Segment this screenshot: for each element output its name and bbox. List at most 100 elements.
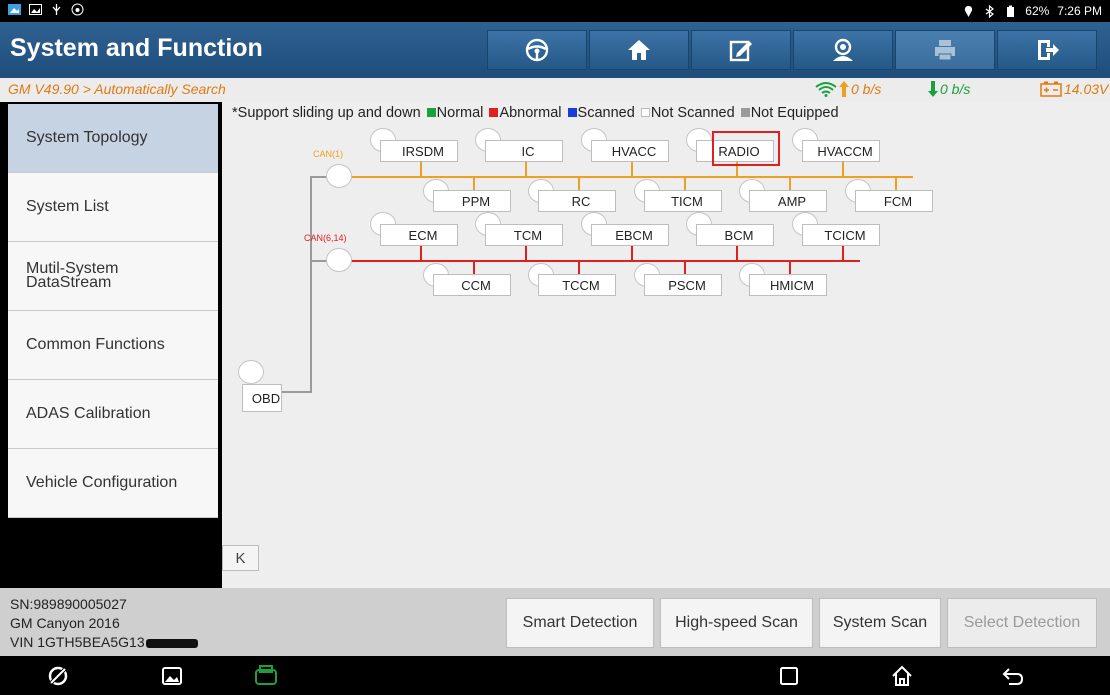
obd-link-h (282, 391, 310, 393)
ecu-node-tcm[interactable]: TCM (485, 224, 563, 246)
obd-link-bus1 (310, 176, 326, 178)
bus-label-0: CAN(1) (313, 149, 344, 159)
legend-not-scanned-swatch (640, 108, 650, 118)
ecu-node-hmicm[interactable]: HMICM (749, 274, 827, 296)
bus0-top-stub-0 (420, 162, 422, 176)
home-button[interactable] (589, 30, 689, 70)
ecu-node-pscm[interactable]: PSCM (644, 274, 722, 296)
bus-line-1 (326, 260, 860, 262)
ecu-node-ebcm[interactable]: EBCM (591, 224, 669, 246)
wifi-icon (815, 82, 837, 97)
ecu-node-irsdm[interactable]: IRSDM (380, 140, 458, 162)
radio-highlight-box (712, 131, 780, 166)
bus-hub-circle-1[interactable] (326, 248, 352, 272)
high-speed-scan-button[interactable]: High-speed Scan (660, 598, 813, 648)
bus0-top-stub-1 (525, 162, 527, 176)
serial-number: SN:989890005027 (10, 596, 127, 612)
bus-label-1: CAN(6,14) (304, 233, 347, 243)
bus1-bot-stub-3 (789, 260, 791, 274)
topology-panel[interactable]: *Support sliding up and down Normal Abno… (222, 102, 1110, 588)
print-button[interactable] (895, 30, 995, 70)
ecu-node-ecm[interactable]: ECM (380, 224, 458, 246)
gallery-icon[interactable] (160, 664, 184, 688)
ecu-node-tcicm[interactable]: TCICM (802, 224, 880, 246)
exit-button[interactable] (997, 30, 1097, 70)
report-button[interactable] (691, 30, 791, 70)
back-icon[interactable] (1001, 664, 1025, 688)
vin: VIN 1GTH5BEA5G13 (10, 633, 198, 652)
bus1-top-stub-1 (525, 246, 527, 260)
bus1-bot-stub-0 (473, 260, 475, 274)
bluetooth-icon (985, 4, 995, 18)
system-nav-bar (0, 656, 1110, 695)
select-detection-button[interactable]: Select Detection (947, 598, 1097, 648)
bottom-bar: SN:989890005027 GM Canyon 2016 VIN 1GTH5… (0, 588, 1110, 656)
ecu-node-hvaccm[interactable]: HVACCM (802, 140, 880, 162)
bus0-top-stub-4 (842, 162, 844, 176)
ecu-node-ppm[interactable]: PPM (433, 190, 511, 212)
user-support-button[interactable] (793, 30, 893, 70)
bus1-top-stub-0 (420, 246, 422, 260)
steering-wheel-button[interactable] (487, 30, 587, 70)
legend-normal-swatch (426, 108, 436, 118)
ecu-node-ticm[interactable]: TICM (644, 190, 722, 212)
ecu-node-tccm[interactable]: TCCM (538, 274, 616, 296)
vci-icon[interactable] (254, 664, 278, 688)
bus1-bot-stub-2 (684, 260, 686, 274)
system-scan-button[interactable]: System Scan (819, 598, 941, 648)
ecu-node-hvacc[interactable]: HVACC (591, 140, 669, 162)
upload-speed: 0 b/s (815, 81, 881, 97)
home-nav-icon[interactable] (890, 664, 914, 688)
obd-port-circle[interactable] (238, 360, 264, 384)
vehicle-info: SN:989890005027 GM Canyon 2016 VIN 1GTH5… (10, 595, 198, 652)
bus-hub-circle-0[interactable] (326, 164, 352, 188)
ecu-node-bcm[interactable]: BCM (696, 224, 774, 246)
sidebar-item-system-list[interactable]: System List (8, 173, 218, 242)
bus0-bot-stub-0 (473, 176, 475, 190)
title-bar: System and Function (0, 22, 1110, 78)
legend-abnormal-swatch (489, 108, 499, 118)
ecu-node-rc[interactable]: RC (538, 190, 616, 212)
bus0-bot-stub-3 (789, 176, 791, 190)
sidebar-item-vehicle-configuration[interactable]: Vehicle Configuration (8, 449, 218, 518)
ecu-node-obd[interactable]: OBD (242, 384, 282, 412)
bus0-bot-stub-4 (895, 176, 897, 190)
smart-detection-button[interactable]: Smart Detection (506, 598, 654, 648)
download-speed: 0 b/s (928, 81, 970, 97)
recents-icon[interactable] (777, 664, 801, 688)
legend-not-equipped-swatch (740, 108, 750, 118)
user-support-icon (833, 38, 853, 61)
obd-link-v (310, 176, 312, 393)
sidebar-item-adas-calibration[interactable]: ADAS Calibration (8, 380, 218, 449)
usb-icon (52, 4, 61, 15)
debug-icon (71, 3, 84, 16)
page-title: System and Function (10, 34, 263, 62)
ecu-node-fcm[interactable]: FCM (855, 190, 933, 212)
bus0-bot-stub-2 (684, 176, 686, 190)
ecu-node-ccm[interactable]: CCM (433, 274, 511, 296)
car-battery-icon (1040, 81, 1062, 97)
clock: 7:26 PM (1057, 4, 1102, 18)
report-icon (729, 40, 752, 62)
home-icon (628, 40, 650, 60)
bus0-top-stub-2 (631, 162, 633, 176)
sidebar-item-multi-system-datastream[interactable]: Mutil-System DataStream (8, 242, 218, 311)
obd-link-bus2 (310, 260, 326, 262)
sidebar-item-system-topology[interactable]: System Topology (8, 104, 218, 173)
download-arrow-icon (928, 81, 938, 97)
collapse-button[interactable]: K (222, 545, 259, 571)
app-icon (8, 4, 21, 15)
bus1-top-stub-4 (842, 246, 844, 260)
battery-icon (1007, 5, 1015, 17)
upload-arrow-icon (839, 81, 849, 97)
ecu-node-amp[interactable]: AMP (749, 190, 827, 212)
bus1-top-stub-2 (631, 246, 633, 260)
battery-percent: 62% (1025, 4, 1050, 18)
status-bar: 62% 7:26 PM (0, 0, 1110, 22)
browser-icon[interactable] (46, 664, 70, 688)
legend: *Support sliding up and down Normal Abno… (232, 105, 839, 121)
sidebar-item-common-functions[interactable]: Common Functions (8, 311, 218, 380)
battery-voltage: 14.03V (1040, 81, 1108, 97)
print-icon (935, 40, 955, 61)
ecu-node-ic[interactable]: IC (485, 140, 563, 162)
